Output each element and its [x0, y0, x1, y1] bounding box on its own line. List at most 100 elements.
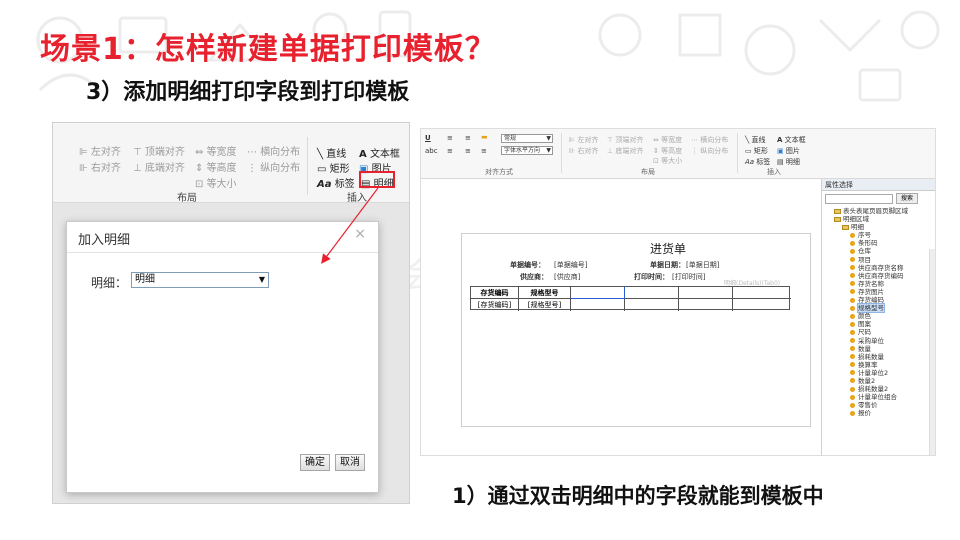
- tree-field[interactable]: 存货名称: [822, 280, 932, 288]
- close-icon[interactable]: ×: [354, 226, 366, 242]
- empty-cell[interactable]: [571, 287, 625, 299]
- col1-value[interactable]: [存货编码]: [471, 299, 519, 311]
- bill-no-label[interactable]: 单据编号：: [510, 260, 545, 270]
- textbox-button[interactable]: A 文本框: [359, 145, 400, 160]
- ok-button[interactable]: 确定: [300, 454, 330, 471]
- detail-button[interactable]: ▤ 明细: [777, 157, 800, 167]
- tree-field[interactable]: 损耗数量2: [822, 385, 932, 393]
- h-distribute-button[interactable]: ⋯ 横向分布: [247, 143, 300, 158]
- empty-cell[interactable]: [625, 287, 679, 299]
- rect-button[interactable]: ▭ 矩形: [745, 146, 768, 156]
- align-right-button[interactable]: ⊪ 右对齐: [569, 146, 598, 156]
- align-top-button[interactable]: ⊤ 顶端对齐: [133, 143, 185, 158]
- property-search-input[interactable]: [825, 194, 893, 204]
- equal-size-button[interactable]: ⊡ 等大小: [653, 156, 682, 166]
- h-distribute-button[interactable]: ⋯ 横向分布: [691, 135, 728, 145]
- print-time-value[interactable]: [打印时间]: [672, 272, 705, 282]
- tree-field[interactable]: 损耗数量: [822, 353, 932, 361]
- supplier-label[interactable]: 供应商：: [520, 272, 548, 282]
- doc-title[interactable]: 进货单: [650, 240, 686, 257]
- tree-folder[interactable]: 明细: [822, 223, 932, 231]
- equal-width-button[interactable]: ⇔ 等宽度: [195, 143, 237, 158]
- tree-field[interactable]: 供应商存货名称: [822, 264, 932, 272]
- align-text-center-icon[interactable]: ≡: [465, 134, 471, 142]
- equal-height-button[interactable]: ⇕ 等高度: [653, 146, 682, 156]
- v-distribute-button[interactable]: ⋮ 纵向分布: [691, 146, 728, 156]
- tree-field[interactable]: 报价: [822, 409, 932, 417]
- tree-field[interactable]: 零售价: [822, 401, 932, 409]
- equal-size-button[interactable]: ⊡ 等大小: [195, 175, 237, 190]
- tree-folder[interactable]: 表头表尾页眉页脚区域: [822, 207, 932, 215]
- empty-cell[interactable]: [733, 299, 791, 311]
- group-insert-label: 插入: [347, 193, 367, 204]
- tree-field[interactable]: 采购单位: [822, 337, 932, 345]
- align-top-button[interactable]: ⊤ 顶端对齐: [607, 135, 643, 145]
- align-bottom-button[interactable]: ⊥ 底端对齐: [607, 146, 643, 156]
- bill-no-value[interactable]: [单据编号]: [554, 260, 587, 270]
- tree-field[interactable]: 条形码: [822, 239, 932, 247]
- align-right-button[interactable]: ⊪ 右对齐: [79, 159, 121, 174]
- detail-select[interactable]: 明细 ▼: [131, 272, 269, 288]
- v-distribute-button[interactable]: ⋮ 纵向分布: [247, 159, 300, 174]
- tree-label: 计量单位2: [858, 368, 889, 377]
- tree-field[interactable]: 存货图片: [822, 288, 932, 296]
- col1-header[interactable]: 存货编码: [471, 287, 519, 299]
- image-button[interactable]: ▣ 图片: [777, 146, 800, 156]
- tree-field[interactable]: 规格型号: [822, 303, 932, 314]
- font-style-select[interactable]: 常规 ▼: [501, 134, 553, 143]
- print-time-label[interactable]: 打印时间：: [634, 272, 669, 282]
- underline-icon[interactable]: U: [425, 134, 431, 142]
- tree-folder[interactable]: 明细区域: [822, 215, 932, 223]
- label-button[interactable]: Aa 标签: [317, 175, 355, 190]
- line-icon: ╲: [745, 136, 750, 144]
- equal-height-button[interactable]: ⇕ 等高度: [195, 159, 237, 174]
- align-left-button[interactable]: ⊫ 左对齐: [569, 135, 598, 145]
- tree-field[interactable]: 颜色: [822, 312, 932, 320]
- empty-cell[interactable]: [679, 299, 733, 311]
- equal-width-button[interactable]: ⇔ 等宽度: [653, 135, 682, 145]
- bill-date-label[interactable]: 单据日期：: [650, 260, 685, 270]
- empty-cell[interactable]: [625, 299, 679, 311]
- property-search-button[interactable]: 搜索: [896, 193, 918, 204]
- empty-cell[interactable]: [571, 299, 625, 311]
- tree-field[interactable]: 尺码: [822, 328, 932, 336]
- tree-field[interactable]: 数量2: [822, 377, 932, 385]
- col2-header[interactable]: 规格型号: [519, 287, 571, 299]
- line-button[interactable]: ╲ 直线: [745, 135, 765, 145]
- align-text-full-icon[interactable]: ≡: [481, 147, 487, 155]
- detail-table[interactable]: 存货编码 规格型号 [存货编码] [规格型号]: [470, 286, 791, 311]
- tree-label: 计量单位组合: [858, 393, 897, 402]
- h-align-select[interactable]: 字体水平方向 ▼: [501, 146, 553, 155]
- align-text-left-icon[interactable]: ≡: [447, 134, 453, 142]
- tree-field[interactable]: 存货编码: [822, 296, 932, 304]
- tree-field[interactable]: 数量: [822, 345, 932, 353]
- fill-color-icon[interactable]: ▬: [481, 133, 488, 141]
- tree-field[interactable]: 供应商存货编码: [822, 272, 932, 280]
- tree-field[interactable]: 图案: [822, 320, 932, 328]
- rect-button[interactable]: ▭ 矩形: [317, 160, 350, 175]
- print-template-canvas[interactable]: 进货单 单据编号： [单据编号] 单据日期： [单据日期] 供应商： [供应商]…: [461, 233, 811, 427]
- empty-cell[interactable]: [679, 287, 733, 299]
- tree-field[interactable]: 项目: [822, 256, 932, 264]
- tree-label: 报价: [858, 409, 871, 418]
- bill-date-value[interactable]: [单据日期]: [686, 260, 719, 270]
- align-text-right-icon[interactable]: ≡: [447, 147, 453, 155]
- supplier-value[interactable]: [供应商]: [554, 272, 580, 282]
- align-text-justify-icon[interactable]: ≡: [465, 147, 471, 155]
- textbox-button[interactable]: A 文本框: [777, 135, 806, 145]
- align-bottom-button[interactable]: ⊥ 底端对齐: [133, 159, 185, 174]
- tree-field[interactable]: 换算率: [822, 361, 932, 369]
- align-left-button[interactable]: ⊫ 左对齐: [79, 143, 121, 158]
- col2-value[interactable]: [规格型号]: [519, 299, 571, 311]
- empty-cell[interactable]: [733, 287, 791, 299]
- field-icon: [850, 257, 855, 263]
- scrollbar[interactable]: [929, 249, 935, 455]
- cancel-button[interactable]: 取消: [335, 454, 365, 471]
- tree-field[interactable]: 计量单位2: [822, 369, 932, 377]
- detail-field-label: 明细：: [91, 276, 128, 290]
- strikethrough-icon[interactable]: abc: [425, 147, 438, 155]
- right-screenshot: U abc ≡ ≡ ▬ ≡ ≡ ≡ 常规 ▼ 字体水平方向 ▼ 对齐方式 ⊫ 左对齐…: [420, 128, 936, 456]
- label-button[interactable]: Aa 标签: [745, 157, 770, 167]
- line-button[interactable]: ╲ 直线: [317, 145, 346, 160]
- tree-field[interactable]: 仓库: [822, 247, 932, 255]
